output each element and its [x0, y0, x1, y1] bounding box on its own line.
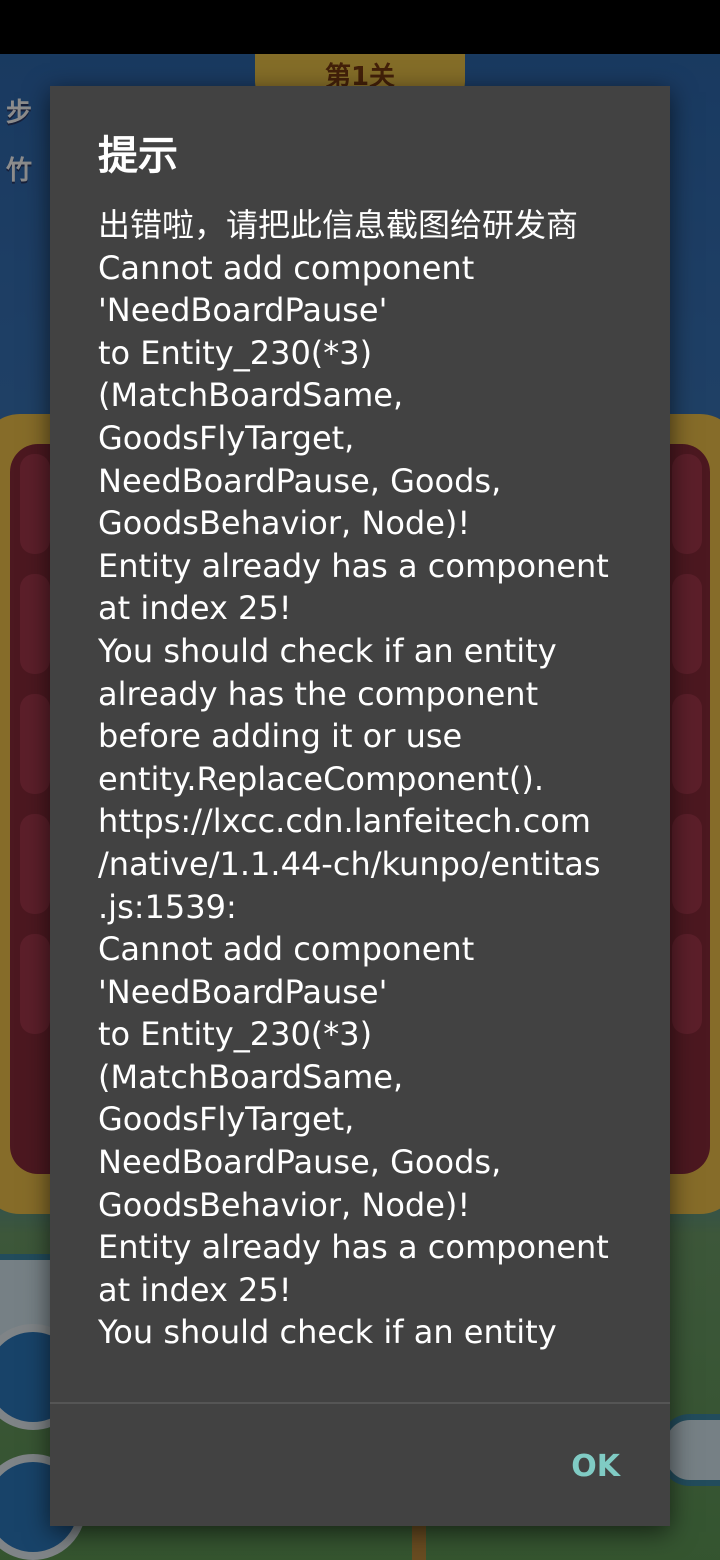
error-dialog: 提示 出错啦，请把此信息截图给研发商 Cannot add component …	[50, 86, 670, 1526]
dialog-message-scroll[interactable]: 出错啦，请把此信息截图给研发商 Cannot add component 'Ne…	[98, 204, 638, 1402]
dialog-message: 出错啦，请把此信息截图给研发商 Cannot add component 'Ne…	[98, 206, 609, 1352]
ok-button[interactable]: OK	[530, 1442, 620, 1492]
dialog-title: 提示	[98, 133, 178, 179]
dialog-divider	[50, 1402, 670, 1404]
